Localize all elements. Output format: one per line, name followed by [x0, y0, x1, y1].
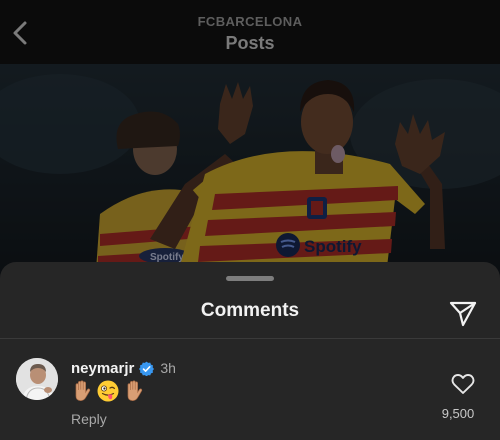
top-nav-bar: FCBARCELONA Posts — [0, 0, 500, 64]
avatar[interactable] — [16, 358, 58, 400]
page-title: Posts — [225, 33, 275, 53]
sheet-divider — [0, 338, 500, 339]
comment-text: ✋😜✋ — [70, 378, 146, 404]
avatar-image — [16, 358, 58, 400]
comment-header: neymarjr 3h — [71, 359, 176, 377]
comments-title: Comments — [200, 300, 300, 321]
comments-sheet: Comments neymarjr 3h Reply 9,500 — [0, 262, 500, 440]
heart-outline-icon — [451, 374, 475, 394]
like-button[interactable] — [451, 373, 475, 395]
comment-username[interactable]: neymarjr — [71, 360, 134, 377]
sheet-drag-handle[interactable] — [226, 276, 274, 281]
comment-timestamp: 3h — [160, 360, 176, 376]
like-count: 9,500 — [441, 406, 475, 421]
verified-badge-icon — [139, 361, 155, 376]
share-button[interactable] — [448, 298, 478, 328]
paper-plane-icon — [449, 301, 477, 327]
account-name: FCBARCELONA — [197, 14, 303, 29]
post-image[interactable]: Spotify Spotify — [0, 64, 500, 284]
raised-hand-icon — [127, 380, 143, 401]
dim-overlay — [0, 64, 500, 284]
instagram-post-comments-screen: FCBARCELONA Posts Spotify Spotify Commen… — [0, 0, 500, 440]
winking-tongue-face-icon — [97, 380, 119, 402]
raised-hand-icon — [75, 380, 91, 401]
reply-button[interactable]: Reply — [71, 411, 107, 427]
